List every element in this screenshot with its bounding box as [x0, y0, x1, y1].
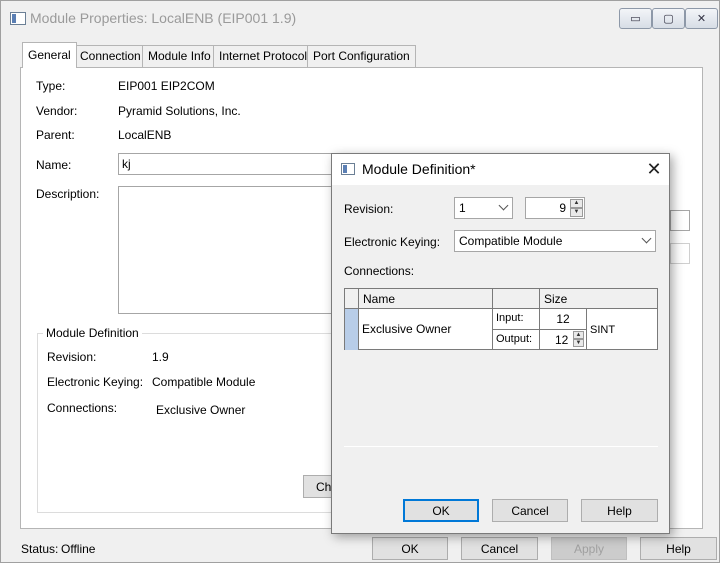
input-size-cell[interactable]: 12 — [540, 309, 587, 330]
revision-minor-value: 9 — [559, 201, 566, 215]
chevron-down-icon — [641, 233, 652, 244]
spin-up-icon[interactable]: ▲ — [573, 331, 584, 339]
parent-value: LocalENB — [118, 128, 172, 142]
grid-header-size: Size — [540, 289, 658, 309]
minimize-button[interactable]: ▭ — [619, 8, 652, 29]
grid-header-blank — [493, 289, 540, 309]
tab-module-info[interactable]: Module Info — [142, 45, 217, 67]
description-label: Description: — [36, 187, 100, 201]
row-selector[interactable] — [345, 309, 359, 350]
md-connections-label: Connections: — [47, 401, 118, 415]
dialog-keying-label: Electronic Keying: — [344, 235, 441, 249]
window-title-bar[interactable]: Module Properties: LocalENB (EIP001 1.9)… — [1, 1, 719, 35]
grid-header-name: Name — [359, 289, 493, 309]
dialog-close-icon[interactable]: ✕ — [641, 156, 667, 182]
ok-button[interactable]: OK — [372, 537, 448, 560]
hidden-field-2[interactable] — [670, 243, 690, 264]
spin-down-icon[interactable]: ▼ — [573, 339, 584, 347]
close-button[interactable]: ✕ — [685, 8, 718, 29]
revision-minor-spinner[interactable]: 9 ▲ ▼ — [525, 197, 585, 219]
tab-general[interactable]: General — [22, 42, 77, 68]
grid-corner-header — [345, 289, 359, 309]
md-connections-value: Exclusive Owner — [156, 403, 246, 417]
type-label: Type: — [36, 79, 66, 93]
dialog-help-button[interactable]: Help — [581, 499, 658, 522]
connections-grid: Name Size Exclusive Owner Input: Output:… — [344, 288, 658, 350]
name-label: Name: — [36, 158, 72, 172]
dialog-cancel-button[interactable]: Cancel — [492, 499, 568, 522]
output-size-input[interactable]: 12 ▲ ▼ — [540, 330, 587, 350]
output-size-value: 12 — [555, 333, 569, 347]
chevron-down-icon — [498, 200, 509, 211]
maximize-button[interactable]: ▢ — [652, 8, 685, 29]
dialog-app-icon — [341, 163, 355, 175]
spin-up-icon[interactable]: ▲ — [570, 199, 583, 208]
dialog-title-bar[interactable]: Module Definition* ✕ — [332, 154, 669, 185]
revision-major-select[interactable]: 1 — [454, 197, 513, 219]
dialog-connections-label: Connections: — [344, 264, 415, 278]
type-value: EIP001 EIP2COM — [118, 79, 215, 93]
vendor-value: Pyramid Solutions, Inc. — [118, 104, 241, 118]
window-title: Module Properties: LocalENB (EIP001 1.9) — [30, 10, 297, 26]
md-keying-value: Compatible Module — [152, 375, 256, 389]
hidden-field-1[interactable] — [670, 210, 690, 231]
md-keying-label: Electronic Keying: — [47, 375, 144, 389]
keying-select[interactable]: Compatible Module — [454, 230, 656, 252]
input-label: Input: — [493, 309, 540, 330]
revision-major-value: 1 — [459, 201, 466, 215]
cancel-button[interactable]: Cancel — [461, 537, 538, 560]
tab-port-configuration[interactable]: Port Configuration — [307, 45, 416, 67]
module-definition-dialog: Module Definition* ✕ Revision: 1 9 ▲ ▼ E… — [331, 153, 670, 534]
status-label: Status: — [21, 542, 59, 556]
dialog-revision-label: Revision: — [344, 202, 394, 216]
connection-name-cell: Exclusive Owner — [359, 309, 493, 350]
help-button[interactable]: Help — [640, 537, 717, 560]
dialog-ok-button[interactable]: OK — [403, 499, 479, 522]
parent-label: Parent: — [36, 128, 75, 142]
md-revision-value: 1.9 — [152, 350, 169, 364]
apply-button[interactable]: Apply — [551, 537, 627, 560]
spin-down-icon[interactable]: ▼ — [570, 208, 583, 217]
size-unit: SINT — [590, 324, 616, 336]
name-input[interactable]: kj — [118, 153, 348, 175]
status-value: Offline — [61, 542, 96, 556]
output-label: Output: — [493, 330, 540, 350]
description-textarea[interactable] — [118, 186, 348, 314]
dialog-title: Module Definition* — [362, 161, 476, 177]
tab-connection[interactable]: Connection — [74, 45, 147, 67]
tab-internet-protocol[interactable]: Internet Protocol — [213, 45, 314, 67]
module-definition-title: Module Definition — [43, 326, 142, 340]
md-revision-label: Revision: — [47, 350, 97, 364]
keying-select-value: Compatible Module — [459, 234, 563, 248]
vendor-label: Vendor: — [36, 104, 78, 118]
module-app-icon — [10, 12, 26, 25]
dialog-divider — [344, 446, 658, 447]
